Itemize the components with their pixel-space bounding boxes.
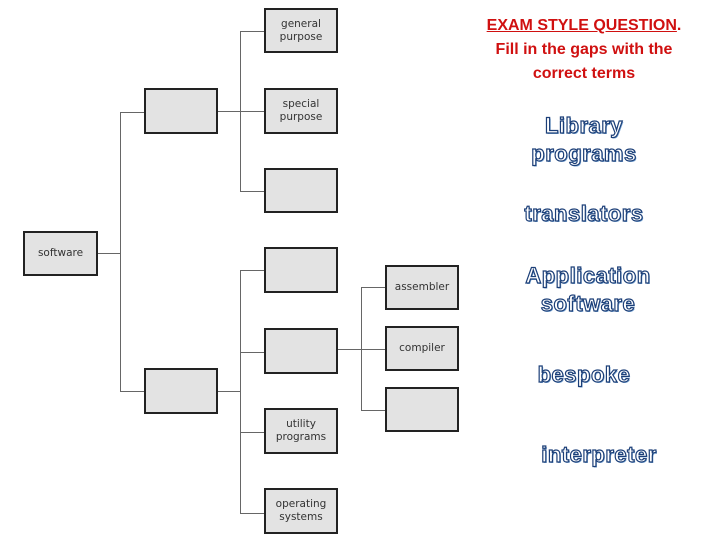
connector <box>361 287 385 288</box>
node-general-purpose: general purpose <box>264 8 338 53</box>
question-title-suffix: . <box>676 17 682 34</box>
node-blank-translators[interactable] <box>264 328 338 374</box>
node-blank-system-software[interactable] <box>144 368 218 414</box>
question-title: EXAM STYLE QUESTION <box>486 17 677 34</box>
node-blank-bespoke[interactable] <box>264 168 338 213</box>
term-application-software[interactable]: Application software <box>508 262 668 318</box>
connector <box>240 270 241 513</box>
term-translators[interactable]: translators <box>504 200 664 228</box>
connector <box>361 287 362 410</box>
node-compiler: compiler <box>385 326 459 371</box>
connector <box>120 391 145 392</box>
question-instruction-line2: correct terms <box>532 65 636 82</box>
node-blank-application-software[interactable] <box>144 88 218 134</box>
term-bespoke[interactable]: bespoke <box>514 361 654 389</box>
node-operating-systems: operating systems <box>264 488 338 534</box>
node-assembler: assembler <box>385 265 459 310</box>
connector <box>120 112 121 391</box>
term-interpreter[interactable]: interpreter <box>519 441 679 469</box>
node-software: software <box>23 231 98 276</box>
connector <box>240 270 264 271</box>
question-heading: EXAM STYLE QUESTION. Fill in the gaps wi… <box>462 14 706 86</box>
connector <box>240 352 264 353</box>
connector <box>120 112 144 113</box>
connector <box>97 253 120 254</box>
connector <box>240 191 264 192</box>
node-special-purpose: special purpose <box>264 88 338 134</box>
connector <box>240 31 241 191</box>
node-utility-programs: utility programs <box>264 408 338 454</box>
question-instruction-line1: Fill in the gaps with the <box>495 41 673 58</box>
connector <box>240 31 264 32</box>
connector <box>361 410 385 411</box>
node-blank-library-programs[interactable] <box>264 247 338 293</box>
connector <box>217 391 240 392</box>
node-blank-interpreter[interactable] <box>385 387 459 432</box>
term-library-programs[interactable]: Library programs <box>514 112 654 168</box>
connector <box>240 432 264 433</box>
connector <box>240 513 264 514</box>
